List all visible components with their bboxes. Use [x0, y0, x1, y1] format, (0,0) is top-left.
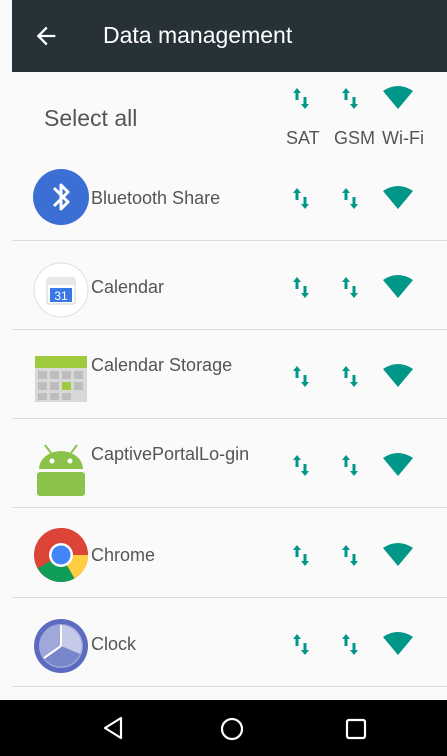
wifi-toggle-icon[interactable]	[383, 364, 413, 388]
gsm-data-toggle-icon[interactable]	[341, 188, 359, 210]
arrow-back-icon[interactable]	[32, 22, 60, 50]
wifi-toggle-icon[interactable]	[383, 632, 413, 656]
chrome-icon	[34, 528, 89, 583]
sat-data-toggle-icon[interactable]	[292, 366, 310, 388]
calendar-storage-icon	[35, 356, 87, 402]
wifi-toggle-icon[interactable]	[383, 86, 413, 110]
sat-data-toggle-icon[interactable]	[292, 455, 310, 477]
select-all-label[interactable]: Select all	[44, 105, 137, 132]
calendar-icon: 31	[33, 262, 89, 318]
sat-data-toggle-icon[interactable]	[292, 188, 310, 210]
gsm-data-toggle-icon[interactable]	[341, 455, 359, 477]
gsm-data-toggle-icon[interactable]	[341, 277, 359, 299]
gsm-data-toggle-icon[interactable]	[341, 366, 359, 388]
app-row-clock: Clock	[12, 598, 447, 687]
wifi-toggle-icon[interactable]	[383, 275, 413, 299]
clock-icon	[34, 619, 88, 673]
app-name: Bluetooth Share	[91, 188, 221, 208]
app-name: Clock	[91, 634, 137, 654]
android-icon	[37, 444, 85, 496]
app-name: CaptivePortalLo-gin	[91, 444, 250, 464]
app-row-chrome: Chrome	[12, 509, 447, 598]
wifi-toggle-icon[interactable]	[383, 186, 413, 210]
app-row-bluetooth-share: Bluetooth Share	[12, 152, 447, 241]
gsm-data-toggle-icon[interactable]	[341, 545, 359, 567]
bluetooth-icon	[33, 169, 89, 225]
system-nav-bar	[0, 700, 447, 756]
column-label-gsm: GSM	[334, 128, 376, 148]
column-label-wifi: Wi-Fi	[382, 128, 424, 148]
calendar-badge: 31	[54, 289, 68, 303]
column-label-sat: SAT	[286, 128, 320, 148]
select-all-row: Select all SAT GSM Wi-Fi	[12, 72, 447, 162]
back-triangle-icon[interactable]	[101, 715, 125, 741]
gsm-data-toggle-icon[interactable]	[341, 88, 359, 110]
sat-data-toggle-icon[interactable]	[292, 545, 310, 567]
app-name: Calendar Storage	[91, 355, 233, 375]
sat-data-toggle-icon[interactable]	[292, 634, 310, 656]
gsm-data-toggle-icon[interactable]	[341, 634, 359, 656]
home-circle-icon[interactable]	[219, 716, 245, 742]
app-row-calendar-storage: Calendar Storage	[12, 330, 447, 419]
wifi-toggle-icon[interactable]	[383, 453, 413, 477]
app-name: Calendar	[91, 277, 165, 297]
app-row-calendar: 31 Calendar	[12, 241, 447, 330]
page-title: Data management	[103, 22, 293, 48]
sat-data-toggle-icon[interactable]	[292, 88, 310, 110]
wifi-toggle-icon[interactable]	[383, 543, 413, 567]
app-name: Chrome	[91, 545, 156, 565]
app-bar: Data management	[12, 0, 447, 72]
app-row-captive-portal-login: CaptivePortalLo-gin	[12, 419, 447, 508]
screen: Data management Select all SAT GSM Wi-Fi…	[12, 0, 447, 756]
sat-data-toggle-icon[interactable]	[292, 277, 310, 299]
recents-square-icon[interactable]	[344, 717, 368, 741]
